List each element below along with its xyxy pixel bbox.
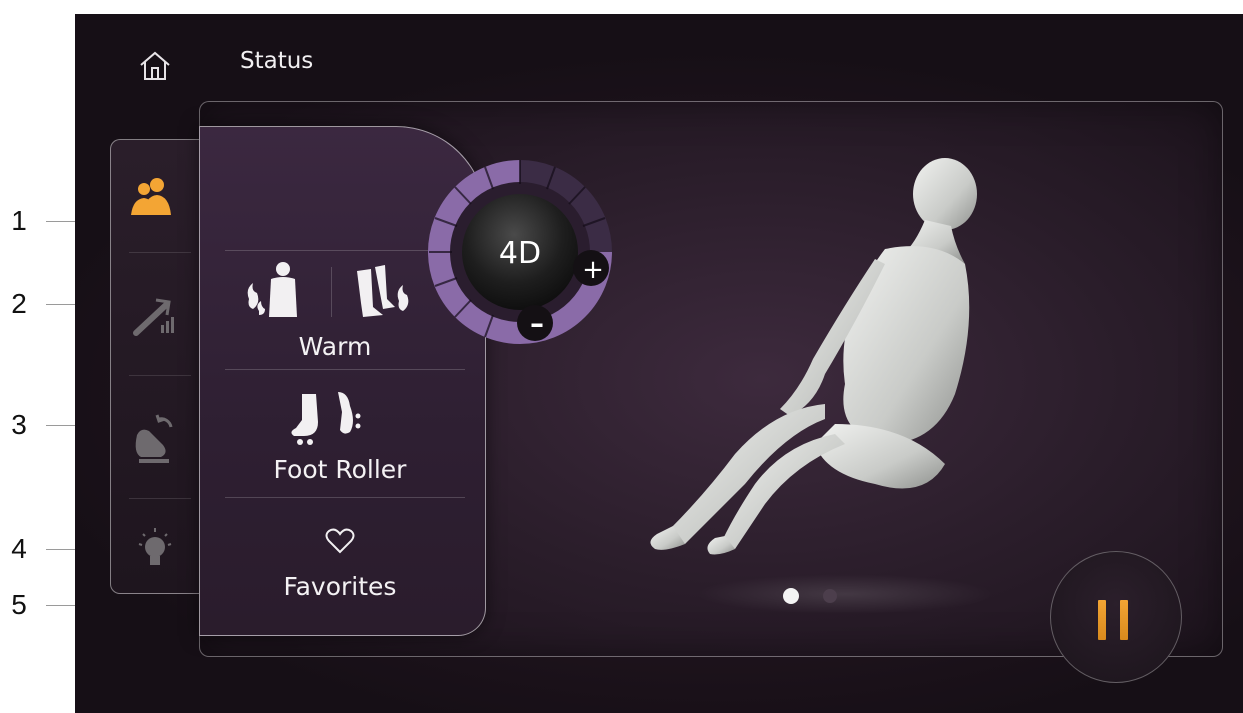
warm-label: Warm — [298, 332, 372, 361]
tab-light[interactable] — [111, 490, 201, 600]
device-screen: Status Warm Foot Roller Favorites 4D + – — [75, 14, 1243, 713]
warm-legs-button[interactable] — [345, 259, 425, 329]
callout-5: 5 — [11, 589, 27, 620]
foot-roller-icon — [291, 392, 361, 445]
pause-button[interactable] — [1050, 551, 1182, 683]
tab-divider — [129, 252, 191, 253]
recline-icon — [135, 414, 173, 463]
tab-recline[interactable] — [111, 375, 201, 485]
divider — [225, 250, 455, 251]
leg-heat-icon — [357, 265, 409, 317]
users-icon — [131, 178, 171, 215]
heart-icon — [325, 528, 355, 554]
pause-icon — [1098, 600, 1106, 640]
foot-roller-label: Foot Roller — [273, 455, 407, 484]
divider — [225, 369, 465, 370]
divider — [331, 267, 332, 317]
callout-3: 3 — [11, 409, 27, 440]
page-dot[interactable] — [823, 589, 837, 603]
callout-4: 4 — [11, 533, 27, 564]
pause-icon — [1120, 600, 1128, 640]
callout-1: 1 — [11, 205, 27, 236]
dial-minus-button[interactable]: – — [530, 307, 544, 340]
floor-glow — [695, 574, 995, 614]
back-heat-icon — [247, 262, 297, 317]
callout-2: 2 — [11, 288, 27, 319]
light-bulb-icon — [138, 528, 172, 565]
home-icon[interactable] — [137, 48, 173, 84]
foot-roller-button[interactable]: Foot Roller — [260, 386, 420, 506]
zero-gravity-icon — [133, 298, 174, 336]
page-dot-active[interactable] — [783, 588, 799, 604]
warm-back-button[interactable] — [235, 259, 315, 329]
favorites-label: Favorites — [283, 572, 397, 601]
body-figure-illustration — [650, 158, 977, 555]
tab-users[interactable] — [111, 140, 201, 250]
4d-mode-label: 4D — [499, 236, 541, 271]
favorites-button[interactable]: Favorites — [270, 526, 410, 606]
page-title: Status — [240, 48, 314, 74]
tab-zero-gravity[interactable] — [111, 255, 201, 365]
